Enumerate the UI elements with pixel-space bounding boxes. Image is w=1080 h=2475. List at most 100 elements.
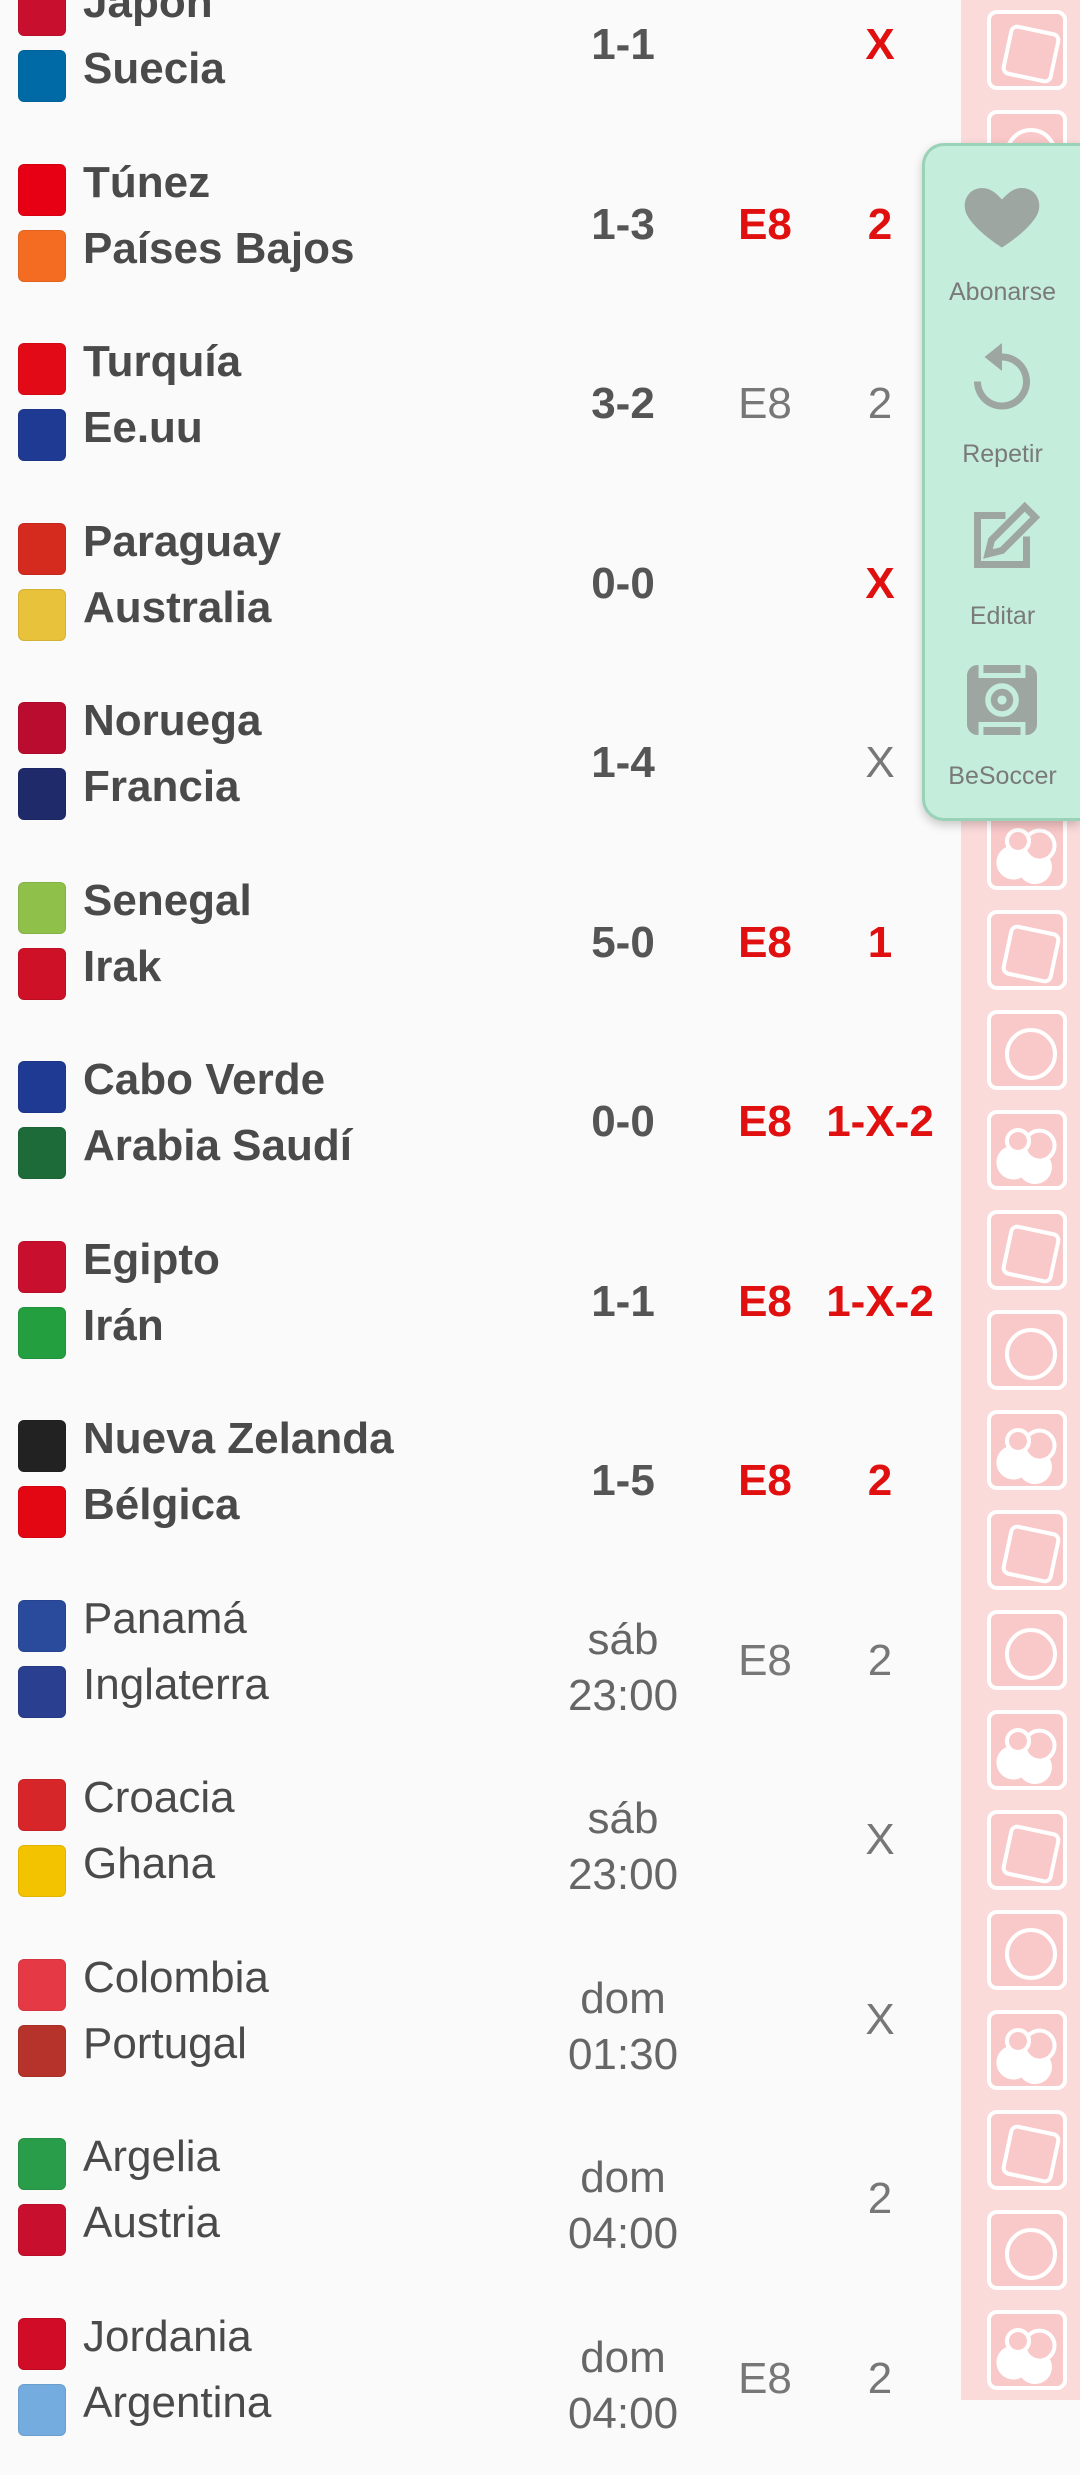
- away-team-crest: [18, 1666, 66, 1718]
- match-kickoff: dom 01:30: [545, 1971, 701, 2083]
- away-team-name: Australia: [83, 583, 272, 632]
- match-row[interactable]: Turquía Ee.uu 3-2 E8 2: [0, 321, 960, 500]
- kickoff-time: 23:00: [567, 1671, 679, 1720]
- away-team-crest: [18, 1127, 66, 1179]
- e8-badge: E8: [738, 918, 792, 967]
- away-team-crest: [18, 948, 66, 1000]
- home-team-crest: [18, 1600, 66, 1652]
- away-team-name: Austria: [83, 2198, 220, 2247]
- away-team-crest: [18, 2204, 66, 2256]
- decorative-pattern-tile: [987, 2310, 1067, 2390]
- home-team-name: Japón: [83, 0, 213, 27]
- home-team-name: Egipto: [83, 1235, 220, 1284]
- match-row[interactable]: Cabo Verde Arabia Saudí 0-0 E8 1-X-2: [0, 1039, 960, 1218]
- home-team-crest: [18, 882, 66, 934]
- match-score: 0-0: [591, 559, 655, 608]
- away-team-name: Irán: [83, 1301, 164, 1350]
- edit-button[interactable]: Editar: [925, 478, 1080, 638]
- match-row[interactable]: Argelia Austria dom 04:00 2: [0, 2116, 960, 2295]
- decorative-pattern-tile: [987, 1110, 1067, 1190]
- subscribe-label: Abonarse: [948, 278, 1057, 306]
- repeat-label: Repetir: [962, 440, 1043, 468]
- prediction-pick: 1-X-2: [826, 1097, 934, 1146]
- home-team-name: Túnez: [83, 158, 211, 207]
- match-score: 1-3: [591, 200, 655, 249]
- floating-action-menu: Abonarse Repetir Editar BeSoccer: [922, 143, 1080, 821]
- match-score: 1-4: [591, 738, 655, 787]
- match-row[interactable]: Colombia Portugal dom 01:30 X: [0, 1937, 960, 2116]
- match-score: 3-2: [591, 379, 655, 428]
- match-list[interactable]: Japón Suecia 1-1 X Túnez Países Bajos 1-3 E8 2 Tu…: [0, 0, 960, 2438]
- away-team-name: Ghana: [83, 1839, 216, 1888]
- home-team-name: Paraguay: [83, 517, 282, 566]
- home-team-name: Colombia: [83, 1953, 269, 2002]
- kickoff-day: dom: [580, 1974, 666, 2023]
- away-team-crest: [18, 2025, 66, 2077]
- prediction-pick: 1: [867, 918, 893, 967]
- repeat-icon: [974, 343, 1030, 410]
- edit-label: Editar: [969, 602, 1036, 630]
- match-row[interactable]: Japón Suecia 1-1 X: [0, 0, 960, 141]
- subscribe-button[interactable]: Abonarse: [925, 154, 1080, 314]
- home-team-name: Argelia: [83, 2132, 220, 2181]
- match-row[interactable]: Croacia Ghana sáb 23:00 X: [0, 1757, 960, 1936]
- repeat-button[interactable]: Repetir: [925, 316, 1080, 476]
- home-team-name: Jordania: [83, 2312, 252, 2361]
- away-team-name: Arabia Saudí: [83, 1121, 352, 1170]
- home-team-crest: [18, 164, 66, 216]
- match-kickoff: sáb 23:00: [545, 1791, 701, 1903]
- match-row[interactable]: Jordania Argentina dom 04:00 E8 2: [0, 2296, 960, 2475]
- decorative-pattern-tile: [987, 1410, 1067, 1490]
- match-score: 5-0: [591, 918, 655, 967]
- match-row[interactable]: Paraguay Australia 0-0 X: [0, 501, 960, 680]
- match-row[interactable]: Panamá Inglaterra sáb 23:00 E8 2: [0, 1578, 960, 1757]
- match-row[interactable]: Nueva Zelanda Bélgica 1-5 E8 2: [0, 1398, 960, 1577]
- e8-badge: E8: [738, 2354, 792, 2403]
- match-kickoff: dom 04:00: [545, 2330, 701, 2442]
- match-score: 0-0: [591, 1097, 655, 1146]
- e8-badge: E8: [738, 1097, 792, 1146]
- away-team-crest: [18, 230, 66, 282]
- home-team-crest: [18, 1420, 66, 1472]
- away-team-name: Inglaterra: [83, 1660, 269, 1709]
- soccer-field-icon: [967, 665, 1037, 735]
- home-team-name: Croacia: [83, 1773, 235, 1822]
- home-team-crest: [18, 1779, 66, 1831]
- decorative-pattern-tile: [987, 1810, 1067, 1890]
- decorative-pattern-tile: [987, 2010, 1067, 2090]
- match-row[interactable]: Egipto Irán 1-1 E8 1-X-2: [0, 1219, 960, 1398]
- away-team-name: Bélgica: [83, 1480, 240, 1529]
- prediction-pick: 2: [867, 2174, 893, 2223]
- away-team-crest: [18, 409, 66, 461]
- kickoff-time: 04:00: [567, 2389, 679, 2438]
- prediction-pick: 2: [867, 2354, 893, 2403]
- away-team-crest: [18, 768, 66, 820]
- away-team-name: Francia: [83, 762, 240, 811]
- match-row[interactable]: Senegal Irak 5-0 E8 1: [0, 860, 960, 1039]
- e8-badge: E8: [738, 1277, 792, 1326]
- decorative-pattern-tile: [987, 910, 1067, 990]
- match-score: 1-1: [591, 1277, 655, 1326]
- match-row[interactable]: Noruega Francia 1-4 X: [0, 680, 960, 859]
- e8-badge: E8: [738, 379, 792, 428]
- away-team-name: Irak: [83, 942, 162, 991]
- prediction-pick: 2: [867, 1456, 893, 1505]
- decorative-pattern-tile: [987, 1210, 1067, 1290]
- e8-badge: E8: [738, 1636, 792, 1685]
- besoccer-label: BeSoccer: [948, 762, 1057, 790]
- match-score: 1-1: [591, 20, 655, 69]
- home-team-name: Turquía: [83, 337, 242, 386]
- heart-icon: [964, 188, 1040, 248]
- home-team-crest: [18, 343, 66, 395]
- besoccer-button[interactable]: BeSoccer: [925, 638, 1080, 798]
- away-team-crest: [18, 1486, 66, 1538]
- decorative-pattern-tile: [987, 1010, 1067, 1090]
- home-team-crest: [18, 2138, 66, 2190]
- home-team-crest: [18, 702, 66, 754]
- decorative-pattern-tile: [987, 1910, 1067, 1990]
- match-row[interactable]: Túnez Países Bajos 1-3 E8 2: [0, 142, 960, 321]
- away-team-crest: [18, 50, 66, 102]
- away-team-name: Ee.uu: [83, 403, 203, 452]
- decorative-pattern-tile: [987, 2110, 1067, 2190]
- home-team-name: Panamá: [83, 1594, 247, 1643]
